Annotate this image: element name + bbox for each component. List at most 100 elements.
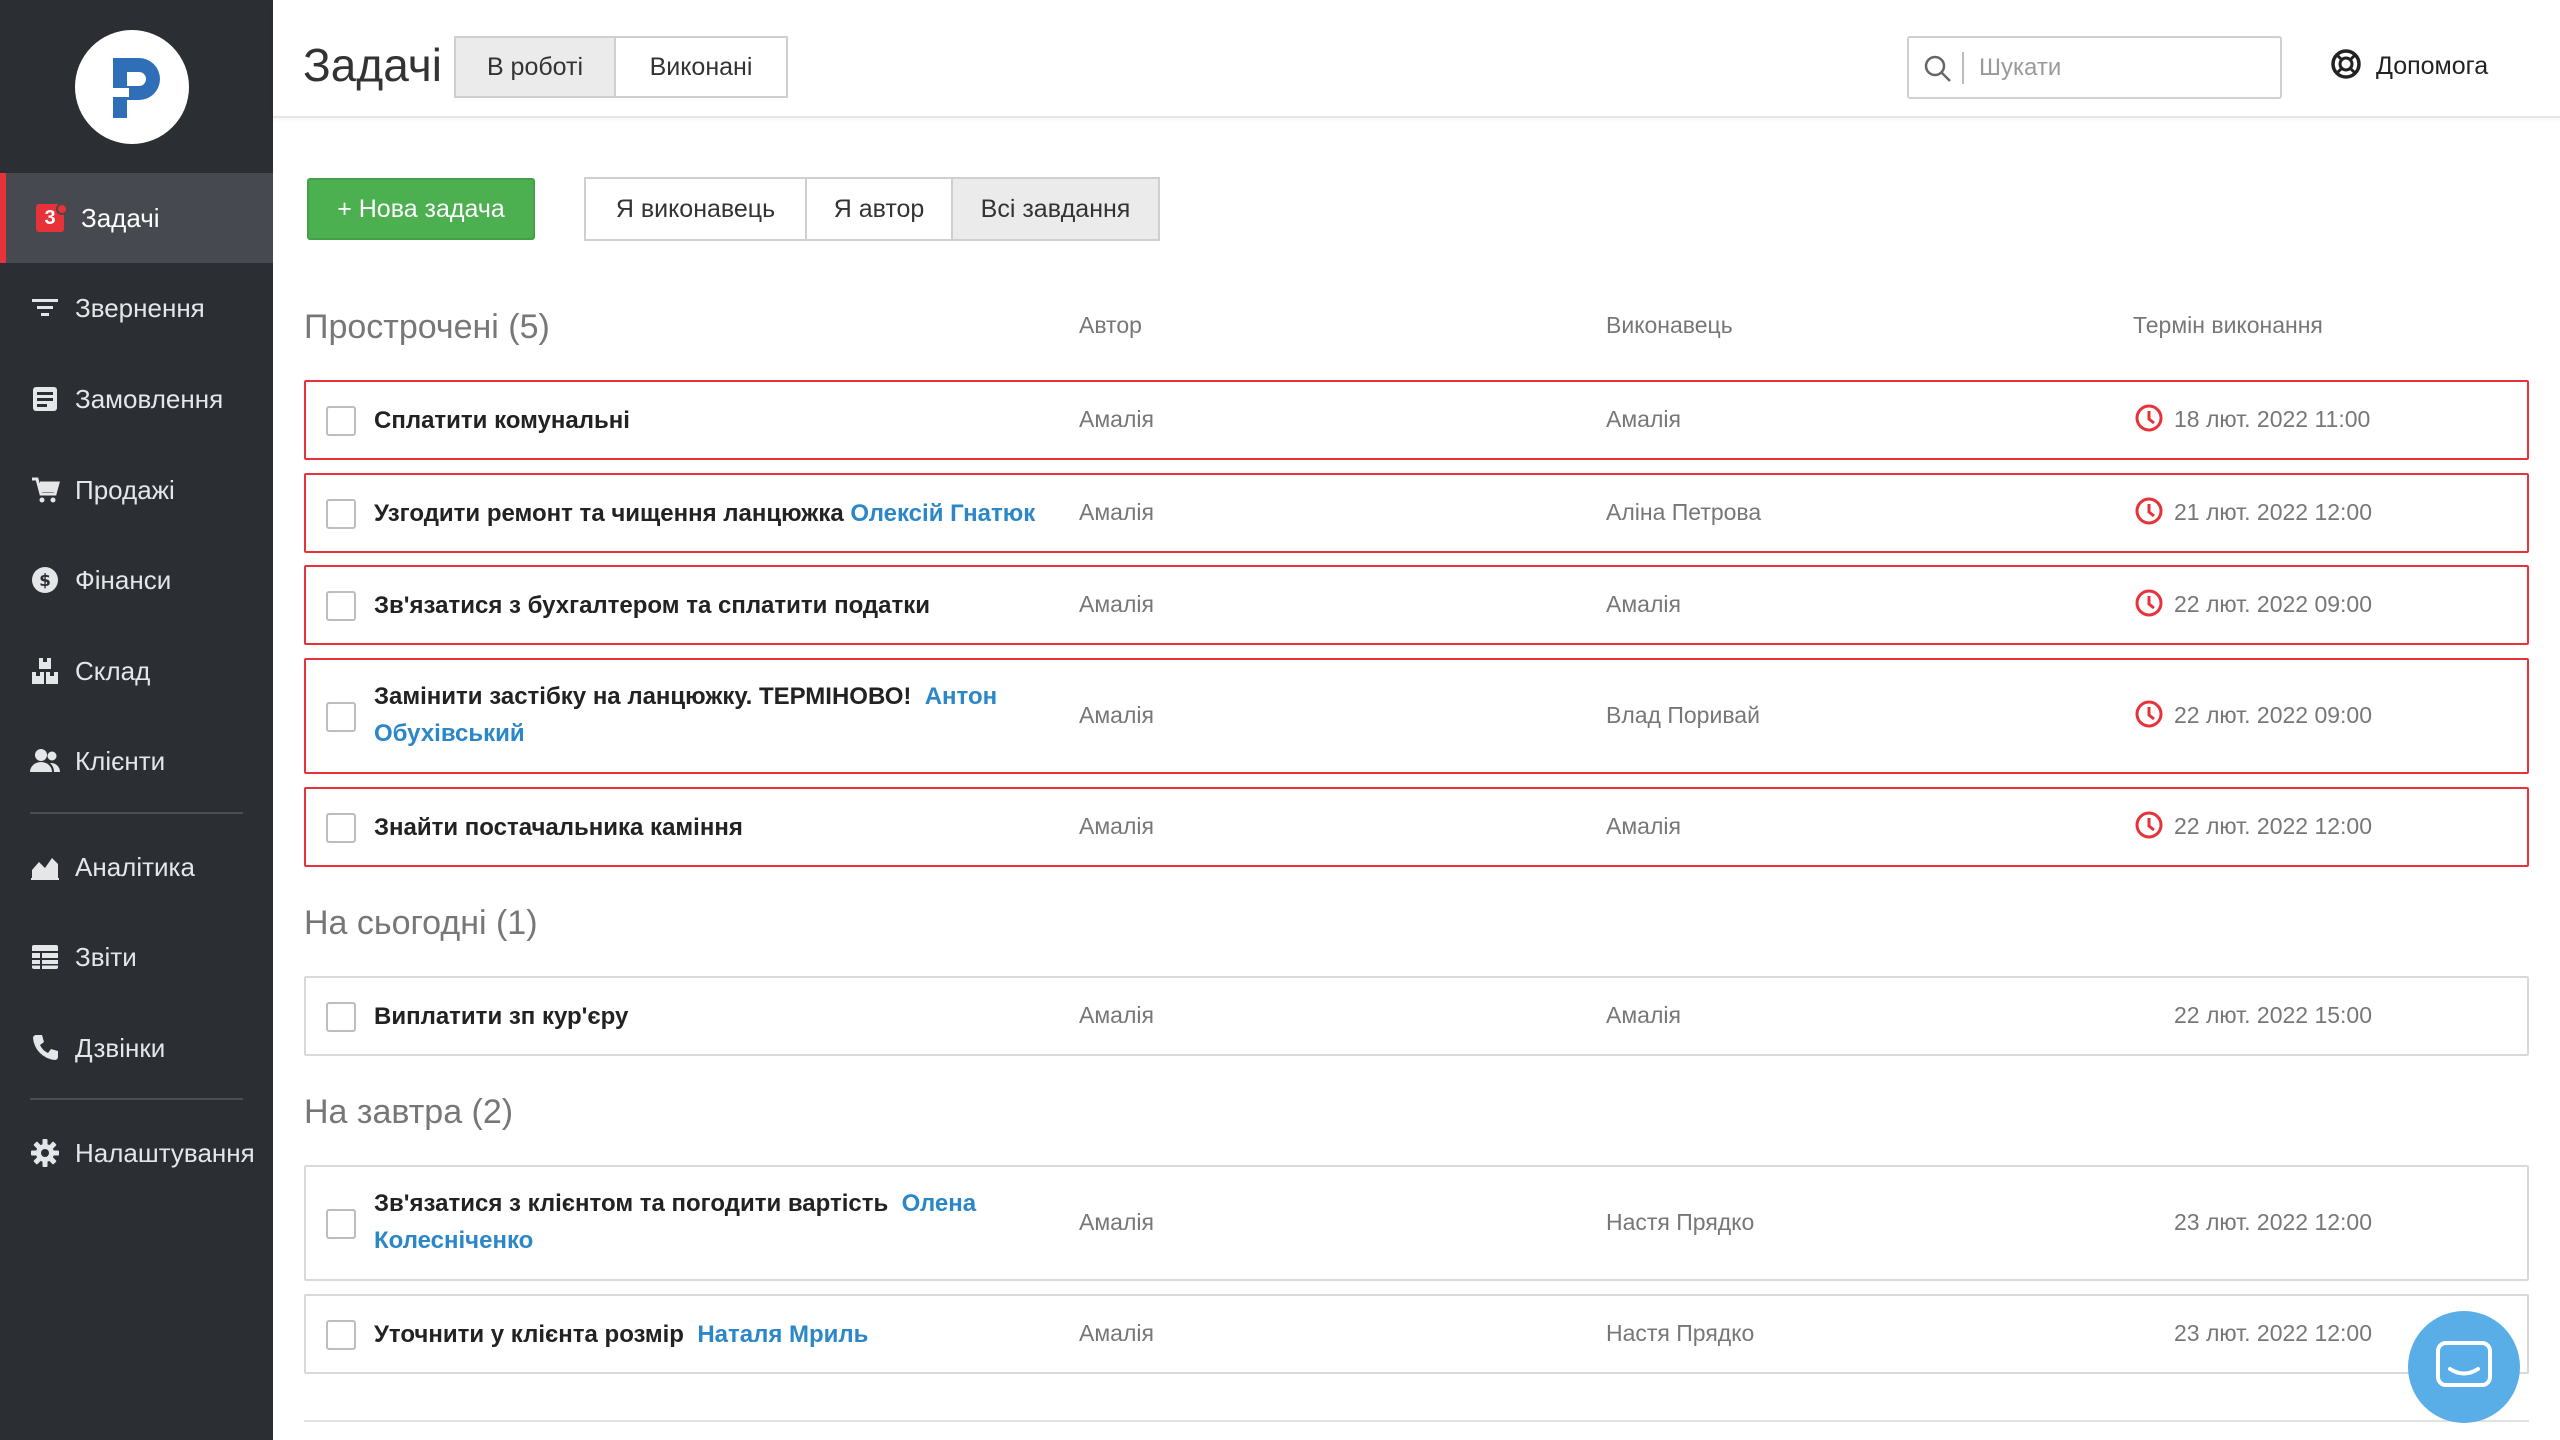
client-link[interactable]: Олексій Гнатюк — [850, 500, 1035, 527]
sidebar-item-label: Замовлення — [75, 383, 224, 414]
task-title-text: Зв'язатися з клієнтом та погодити вартіс… — [374, 1190, 889, 1217]
task-checkbox[interactable] — [326, 406, 356, 436]
chart-icon — [28, 850, 62, 884]
task-row[interactable]: Знайти постачальника каміння Амалія Амал… — [304, 787, 2529, 867]
search-input[interactable] — [1979, 50, 2269, 86]
sidebar-item-label: Звіти — [75, 941, 137, 972]
overdue-clock-icon — [2134, 699, 2164, 729]
client-link[interactable]: Наталя Мриль — [697, 1321, 868, 1348]
task-author: Амалія — [1079, 499, 1154, 525]
task-author: Амалія — [1079, 591, 1154, 617]
task-row[interactable]: Зв'язатися з клієнтом та погодити вартіс… — [304, 1165, 2529, 1281]
new-task-button[interactable]: + Нова задача — [307, 178, 535, 240]
column-header-author: Автор — [1079, 312, 1142, 338]
sidebar-item-label: Дзвінки — [75, 1032, 166, 1063]
sidebar-item-label: Склад — [75, 655, 151, 686]
search-divider — [1962, 52, 1964, 84]
list-bottom-edge — [304, 1420, 2529, 1422]
task-row[interactable]: Узгодити ремонт та чищення ланцюжка Олек… — [304, 473, 2529, 553]
app-logo[interactable] — [75, 30, 189, 144]
sidebar-item-calls[interactable]: Дзвінки — [0, 1003, 273, 1093]
task-title: Зв'язатися з клієнтом та погодити вартіс… — [374, 1185, 1064, 1259]
task-row[interactable]: Уточнити у клієнта розмір Наталя Мриль А… — [304, 1294, 2529, 1374]
task-row[interactable]: Сплатити комунальні Амалія Амалія 18 лют… — [304, 380, 2529, 460]
dollar-icon: $ — [28, 563, 62, 597]
header: Задачі В роботі Виконані Допомога — [273, 0, 2560, 118]
sidebar-item-clients[interactable]: Клієнти — [0, 716, 273, 806]
lifebuoy-icon — [2330, 48, 2362, 85]
chat-widget-button[interactable] — [2408, 1311, 2520, 1423]
sidebar-item-analytics[interactable]: Аналітика — [0, 822, 273, 912]
task-checkbox[interactable] — [326, 1320, 356, 1350]
sidebar-item-warehouse[interactable]: Склад — [0, 626, 273, 716]
overdue-clock-icon — [2134, 403, 2164, 433]
task-due: 23 лют. 2022 12:00 — [2174, 1209, 2373, 1235]
sidebar-item-orders[interactable]: Замовлення — [0, 354, 273, 444]
sidebar-item-label: Звернення — [75, 292, 205, 323]
table-icon — [28, 940, 62, 974]
task-assignee: Настя Прядко — [1606, 1209, 1755, 1235]
task-title-text: Замінити застібку на ланцюжку. ТЕРМІНОВО… — [374, 683, 912, 710]
sidebar-item-reports[interactable]: Звіти — [0, 912, 273, 1002]
task-row[interactable]: Зв'язатися з бухгалтером та сплатити под… — [304, 565, 2529, 645]
task-author: Амалія — [1079, 813, 1154, 839]
column-header-assignee: Виконавець — [1606, 312, 1733, 338]
task-checkbox[interactable] — [326, 1002, 356, 1032]
task-row[interactable]: Замінити застібку на ланцюжку. ТЕРМІНОВО… — [304, 658, 2529, 774]
tab-completed[interactable]: Виконані — [614, 36, 788, 98]
sidebar-item-sales[interactable]: Продажі — [0, 445, 273, 535]
task-title: Замінити застібку на ланцюжку. ТЕРМІНОВО… — [374, 678, 1064, 752]
task-due: 22 лют. 2022 15:00 — [2174, 1002, 2373, 1028]
tab-in-progress[interactable]: В роботі — [454, 36, 616, 98]
task-checkbox[interactable] — [326, 499, 356, 529]
task-assignee: Амалія — [1606, 1002, 1681, 1028]
task-checkbox[interactable] — [326, 591, 356, 621]
overdue-clock-icon — [2134, 496, 2164, 526]
sidebar-item-tasks[interactable]: 3 Задачі — [0, 173, 273, 263]
page-title: Задачі — [303, 39, 442, 91]
sidebar: 3 Задачі Звернення Замовлення Продажі $ — [0, 0, 273, 1440]
sidebar-item-label: Налаштування — [75, 1137, 255, 1168]
filter-author[interactable]: Я автор — [805, 177, 953, 241]
sidebar-item-settings[interactable]: Налаштування — [0, 1108, 273, 1198]
sidebar-item-label: Клієнти — [75, 745, 166, 776]
task-assignee: Амалія — [1606, 813, 1681, 839]
sidebar-item-finance[interactable]: $ Фінанси — [0, 535, 273, 625]
funnel-icon — [28, 291, 62, 325]
search-box — [1907, 36, 2282, 99]
task-title: Сплатити комунальні — [374, 402, 1064, 439]
task-title-text: Зв'язатися з бухгалтером та сплатити под… — [374, 592, 931, 619]
section-title-tomorrow: На завтра (2) — [304, 1093, 514, 1131]
sidebar-item-label: Аналітика — [75, 851, 195, 882]
task-title: Зв'язатися з бухгалтером та сплатити под… — [374, 587, 1064, 624]
orders-icon — [28, 382, 62, 416]
users-icon — [28, 744, 62, 778]
task-author: Амалія — [1079, 406, 1154, 432]
overdue-clock-icon — [2134, 810, 2164, 840]
sidebar-item-inquiries[interactable]: Звернення — [0, 263, 273, 353]
column-header-due: Термін виконання — [2133, 312, 2323, 338]
svg-text:$: $ — [39, 571, 51, 591]
task-checkbox[interactable] — [326, 813, 356, 843]
sidebar-item-label: Задачі — [81, 202, 160, 233]
task-title-text: Сплатити комунальні — [374, 407, 630, 434]
filter-all-tasks[interactable]: Всі завдання — [951, 177, 1160, 241]
help-link[interactable]: Допомога — [2330, 48, 2488, 85]
sidebar-item-label: Фінанси — [75, 564, 172, 595]
task-assignee: Настя Прядко — [1606, 1320, 1755, 1346]
task-author: Амалія — [1079, 1320, 1154, 1346]
filter-assignee[interactable]: Я виконавець — [584, 177, 807, 241]
phone-icon — [28, 1031, 62, 1065]
task-title: Виплатити зп кур'єру — [374, 998, 1064, 1035]
sidebar-divider — [30, 1098, 243, 1100]
task-title: Узгодити ремонт та чищення ланцюжка Олек… — [374, 495, 1064, 532]
gear-icon — [28, 1136, 62, 1170]
sidebar-item-label: Продажі — [75, 474, 175, 505]
app: 3 Задачі Звернення Замовлення Продажі $ — [0, 0, 2560, 1440]
task-row[interactable]: Виплатити зп кур'єру Амалія Амалія 22 лю… — [304, 976, 2529, 1056]
task-author: Амалія — [1079, 702, 1154, 728]
task-title-text: Знайти постачальника каміння — [374, 814, 743, 841]
task-title-text: Виплатити зп кур'єру — [374, 1003, 629, 1030]
task-checkbox[interactable] — [326, 702, 356, 732]
task-checkbox[interactable] — [326, 1209, 356, 1239]
